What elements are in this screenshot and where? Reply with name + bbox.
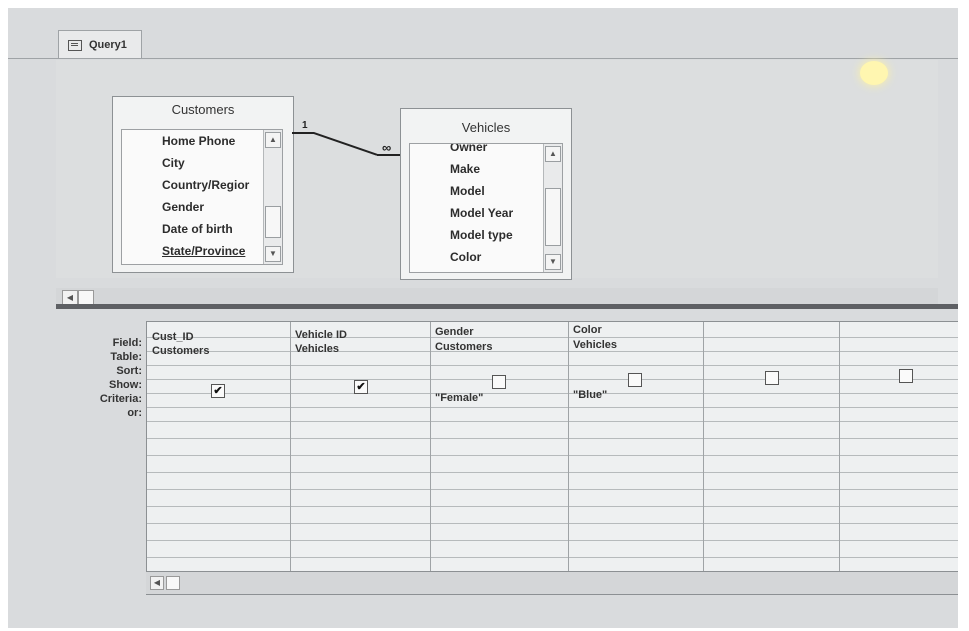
vertical-scrollbar[interactable]: ▲ ▼ xyxy=(543,144,562,272)
row-label-sort: Sort: xyxy=(116,365,142,377)
scroll-up-icon[interactable]: ▲ xyxy=(265,132,281,148)
field-cell[interactable]: Cust_ID xyxy=(147,330,290,345)
table-cell[interactable]: Customers xyxy=(430,340,568,355)
grid-column-6[interactable] xyxy=(839,322,958,572)
field-item[interactable]: Date of birth xyxy=(122,218,282,240)
tab-label: Query1 xyxy=(89,39,127,51)
scroll-up-icon[interactable]: ▲ xyxy=(545,146,561,162)
criteria-cell[interactable] xyxy=(839,384,958,399)
criteria-cell[interactable]: "Female" xyxy=(430,391,568,406)
table-cell[interactable] xyxy=(703,336,839,351)
field-item[interactable]: Model xyxy=(410,180,562,202)
field-item[interactable]: City xyxy=(122,152,282,174)
scroll-thumb[interactable] xyxy=(545,188,561,246)
field-list-customers: Home Phone City Country/Regior Gender Da… xyxy=(121,129,283,265)
field-item[interactable]: Make xyxy=(410,158,562,180)
show-checkbox[interactable]: ✔ xyxy=(211,384,225,398)
field-cell[interactable] xyxy=(703,322,839,337)
table-vehicles[interactable]: Vehicles Owner Make Model Model Year Mod… xyxy=(400,108,572,280)
table-cell[interactable]: Customers xyxy=(147,344,290,359)
criteria-cell[interactable] xyxy=(290,394,430,409)
table-cell[interactable] xyxy=(839,336,958,351)
access-window: Query1 Customers Home Phone City Country… xyxy=(8,8,958,628)
show-checkbox[interactable] xyxy=(492,375,506,389)
join-line[interactable] xyxy=(313,132,378,156)
grid-horizontal-scrollbar[interactable]: ◀ xyxy=(146,571,958,595)
row-label-or: or: xyxy=(127,407,142,419)
relationship-one-label: 1 xyxy=(302,120,308,131)
table-title: Customers xyxy=(171,101,235,117)
query-design-pane: Customers Home Phone City Country/Regior… xyxy=(56,60,938,280)
show-checkbox[interactable] xyxy=(899,369,913,383)
field-cell[interactable]: Gender xyxy=(430,325,568,340)
criteria-cell[interactable] xyxy=(147,398,290,413)
field-cell[interactable] xyxy=(839,322,958,337)
query-design-grid-pane: Field: Table: Sort: Show: Criteria: or: xyxy=(56,309,958,628)
criteria-cell[interactable] xyxy=(703,386,839,401)
tab-divider xyxy=(8,58,958,59)
join-line xyxy=(292,132,314,134)
query-design-grid: Cust_ID Customers ✔ Vehicle ID Vehicles … xyxy=(146,321,958,572)
table-cell[interactable]: Vehicles xyxy=(568,338,703,353)
vertical-scrollbar[interactable]: ▲ ▼ xyxy=(263,130,282,264)
grid-column-4[interactable]: Color Vehicles "Blue" xyxy=(568,322,704,572)
field-item[interactable]: Home Phone xyxy=(122,130,282,152)
grid-column-5[interactable] xyxy=(703,322,840,572)
field-list-vehicles: Owner Make Model Model Year Model type C… xyxy=(409,143,563,273)
scroll-thumb[interactable] xyxy=(166,576,180,590)
table-customers[interactable]: Customers Home Phone City Country/Regior… xyxy=(112,96,294,273)
scroll-down-icon[interactable]: ▼ xyxy=(265,246,281,262)
field-item[interactable]: Color xyxy=(410,246,562,268)
screen-glare xyxy=(860,61,888,85)
field-item[interactable]: Model Year xyxy=(410,202,562,224)
scroll-left-icon[interactable]: ◀ xyxy=(150,576,164,590)
scroll-thumb[interactable] xyxy=(265,206,281,238)
grid-row-labels: Field: Table: Sort: Show: Criteria: or: xyxy=(72,336,142,420)
field-cell[interactable]: Vehicle ID xyxy=(290,328,430,343)
criteria-cell[interactable]: "Blue" xyxy=(568,388,703,403)
field-item[interactable]: Gender xyxy=(122,196,282,218)
show-checkbox[interactable] xyxy=(765,371,779,385)
relationship-many-label: ∞ xyxy=(382,140,392,155)
field-item[interactable]: State/Province xyxy=(122,240,282,262)
document-tab-bar: Query1 xyxy=(8,8,958,60)
scroll-down-icon[interactable]: ▼ xyxy=(545,254,561,270)
table-cell[interactable]: Vehicles xyxy=(290,342,430,357)
show-checkbox[interactable]: ✔ xyxy=(354,380,368,394)
tab-query1[interactable]: Query1 xyxy=(58,30,142,59)
grid-column-1[interactable]: Cust_ID Customers ✔ xyxy=(147,322,291,572)
field-item[interactable]: Country/Regior xyxy=(122,174,282,196)
field-item[interactable]: Owner xyxy=(410,144,562,158)
grid-column-3[interactable]: Gender Customers "Female" xyxy=(430,322,569,572)
row-label-field: Field: xyxy=(112,337,142,349)
field-cell[interactable]: Color xyxy=(568,323,703,338)
row-label-criteria: Criteria: xyxy=(99,393,142,405)
row-label-table: Table: xyxy=(110,351,142,363)
row-label-show: Show: xyxy=(109,379,142,391)
query-icon xyxy=(67,39,83,51)
field-item[interactable]: Model type xyxy=(410,224,562,246)
grid-column-2[interactable]: Vehicle ID Vehicles ✔ xyxy=(290,322,431,572)
show-checkbox[interactable] xyxy=(628,373,642,387)
table-title: Vehicles xyxy=(461,119,511,135)
